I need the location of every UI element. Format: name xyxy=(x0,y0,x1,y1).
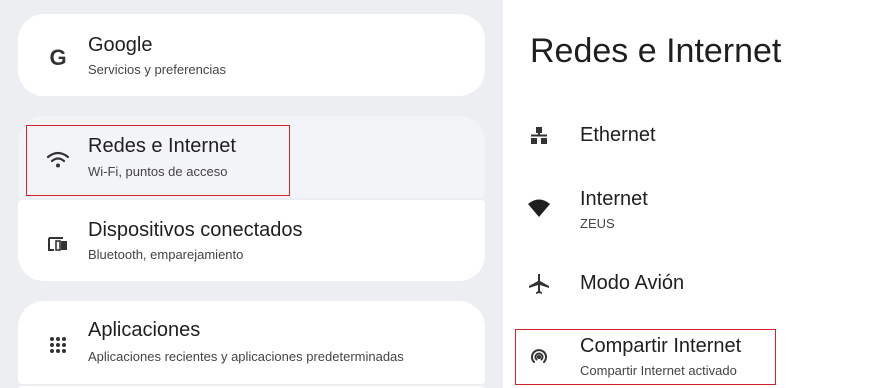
settings-item-subtitle: Wi-Fi, puntos de acceso xyxy=(88,164,228,179)
page-title: Redes e Internet xyxy=(530,32,782,70)
settings-item-title: Redes e Internet xyxy=(88,135,236,157)
detail-item-subtitle: Compartir Internet activado xyxy=(580,363,737,378)
wifi-signal-icon xyxy=(527,196,551,220)
settings-item-redes-internet[interactable]: Redes e Internet Wi-Fi, puntos de acceso xyxy=(18,116,485,198)
detail-item-title: Compartir Internet xyxy=(580,335,742,357)
settings-item-title: Aplicaciones xyxy=(88,319,201,341)
settings-menu: G Google Servicios y preferencias Redes … xyxy=(0,0,503,388)
airplane-icon xyxy=(527,272,551,296)
settings-item-title: Dispositivos conectados xyxy=(88,219,303,241)
hotspot-icon xyxy=(527,345,551,369)
detail-item-modo-avion[interactable]: Modo Avión xyxy=(503,268,869,304)
google-g-icon: G xyxy=(49,45,67,70)
detail-item-compartir-internet[interactable]: Compartir Internet Compartir Internet ac… xyxy=(503,331,869,386)
detail-item-internet[interactable]: Internet ZEUS xyxy=(503,184,869,234)
settings-item-subtitle: Servicios y preferencias xyxy=(88,62,226,77)
settings-item-subtitle: Bluetooth, emparejamiento xyxy=(88,247,244,262)
settings-item-aplicaciones[interactable]: Aplicaciones Aplicaciones recientes y ap… xyxy=(18,301,485,384)
detail-item-title: Modo Avión xyxy=(580,272,685,294)
detail-item-ethernet[interactable]: Ethernet xyxy=(503,118,869,158)
settings-item-google[interactable]: G Google Servicios y preferencias xyxy=(18,14,485,96)
settings-item-subtitle: Aplicaciones recientes y aplicaciones pr… xyxy=(88,349,404,364)
apps-grid-icon xyxy=(44,331,72,359)
ethernet-icon xyxy=(527,124,551,148)
settings-item-dispositivos-conectados[interactable]: Dispositivos conectados Bluetooth, empar… xyxy=(18,200,485,281)
wifi-icon xyxy=(44,146,72,174)
detail-item-title: Internet xyxy=(580,188,648,210)
connected-devices-icon xyxy=(44,230,72,258)
detail-pane: Redes e Internet Ethernet Internet ZEUS xyxy=(503,0,869,388)
settings-item-title: Google xyxy=(88,34,153,56)
detail-item-subtitle: ZEUS xyxy=(580,216,615,231)
detail-item-title: Ethernet xyxy=(580,124,656,146)
